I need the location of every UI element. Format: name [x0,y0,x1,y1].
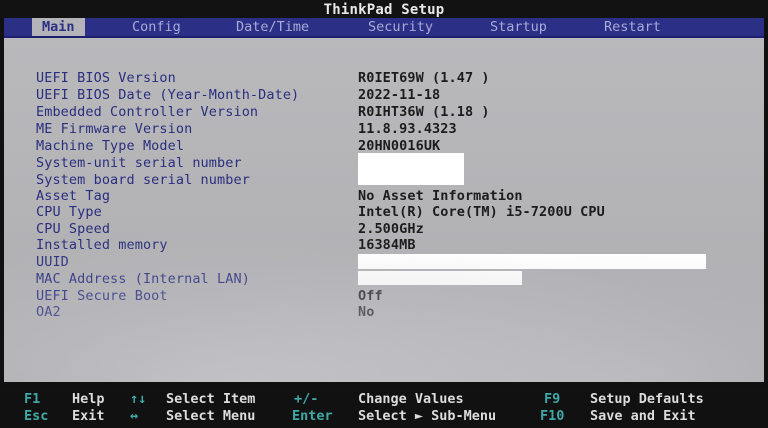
window-title: ThinkPad Setup [0,0,768,18]
key-help-footer: F1 Help ↑↓ Select Item +/- Change Values… [0,388,768,428]
footer-desc-save-exit: Save and Exit [590,408,696,424]
info-row-cpu-speed: CPU Speed 2.500GHz [4,221,764,238]
row-label: CPU Type [36,204,102,220]
footer-desc-select-item: Select Item [166,391,256,407]
redacted-serial-numbers [358,153,464,185]
key-left-right-arrows: ↔ [130,408,139,424]
tab-startup[interactable]: Startup [490,18,547,36]
footer-desc-setup-defaults: Setup Defaults [590,391,704,407]
row-label: System-unit serial number [36,155,242,171]
footer-desc-select-menu: Select Menu [166,408,256,424]
row-label: Asset Tag [36,188,111,204]
footer-desc-select-submenu: Select ► Sub-Menu [358,408,497,424]
row-label: Machine Type Model [36,138,185,154]
row-label: System board serial number [36,172,250,188]
key-esc: Esc [24,408,49,424]
key-up-down-arrows: ↑↓ [130,391,147,407]
bios-screen: ThinkPad Setup Main Config Date/Time Sec… [0,0,768,428]
row-label: UEFI Secure Boot [36,288,168,304]
info-row-me-firmware: ME Firmware Version 11.8.93.4323 [4,121,764,138]
row-label: UUID [36,254,69,270]
row-label: MAC Address (Internal LAN) [36,271,250,287]
row-label: OA2 [36,304,61,320]
row-value: No Asset Information [358,188,523,204]
row-value: 11.8.93.4323 [358,121,457,137]
row-label: Embedded Controller Version [36,104,259,120]
footer-desc-exit: Exit [72,408,105,424]
key-f10: F10 [540,408,565,424]
row-value: 2.500GHz [358,221,424,237]
key-f9: F9 [544,391,561,407]
info-row-bios-version: UEFI BIOS Version R0IET69W (1.47 ) [4,70,764,87]
menu-bar: Main Config Date/Time Security Startup R… [4,18,764,38]
key-enter: Enter [292,408,333,424]
footer-item-help: F1 [24,391,40,408]
row-value: Off [358,288,383,304]
info-row-cpu-type: CPU Type Intel(R) Core(TM) i5-7200U CPU [4,204,764,221]
info-row-bios-date: UEFI BIOS Date (Year-Month-Date) 2022-11… [4,87,764,104]
tab-main[interactable]: Main [32,18,85,36]
row-label: ME Firmware Version [36,121,193,137]
info-row-asset-tag: Asset Tag No Asset Information [4,188,764,205]
tab-date-time[interactable]: Date/Time [236,18,309,36]
info-row-ec-version: Embedded Controller Version R0IHT36W (1.… [4,104,764,121]
main-info-panel: UEFI BIOS Version R0IET69W (1.47 ) UEFI … [4,38,764,382]
info-row-secure-boot: UEFI Secure Boot Off [4,288,764,305]
footer-desc-help: Help [72,391,105,407]
tab-restart[interactable]: Restart [604,18,661,36]
row-value: R0IET69W (1.47 ) [358,70,490,86]
row-label: Installed memory [36,237,168,253]
row-label: CPU Speed [36,221,111,237]
row-value: 2022-11-18 [358,87,441,103]
info-row-installed-memory: Installed memory 16384MB [4,237,764,254]
info-row-oa2: OA2 No [4,304,764,321]
row-value: 16384MB [358,237,416,253]
redacted-uuid [358,254,706,269]
key-plus-minus: +/- [294,391,319,407]
footer-desc-change-values: Change Values [358,391,464,407]
row-value: Intel(R) Core(TM) i5-7200U CPU [358,204,605,220]
row-label: UEFI BIOS Date (Year-Month-Date) [36,87,300,103]
row-label: UEFI BIOS Version [36,70,176,86]
row-value: R0IHT36W (1.18 ) [358,104,490,120]
redacted-mac-address [358,271,522,285]
row-value: No [358,304,375,320]
tab-config[interactable]: Config [132,18,181,36]
tab-security[interactable]: Security [368,18,433,36]
key-f1: F1 [24,391,41,407]
